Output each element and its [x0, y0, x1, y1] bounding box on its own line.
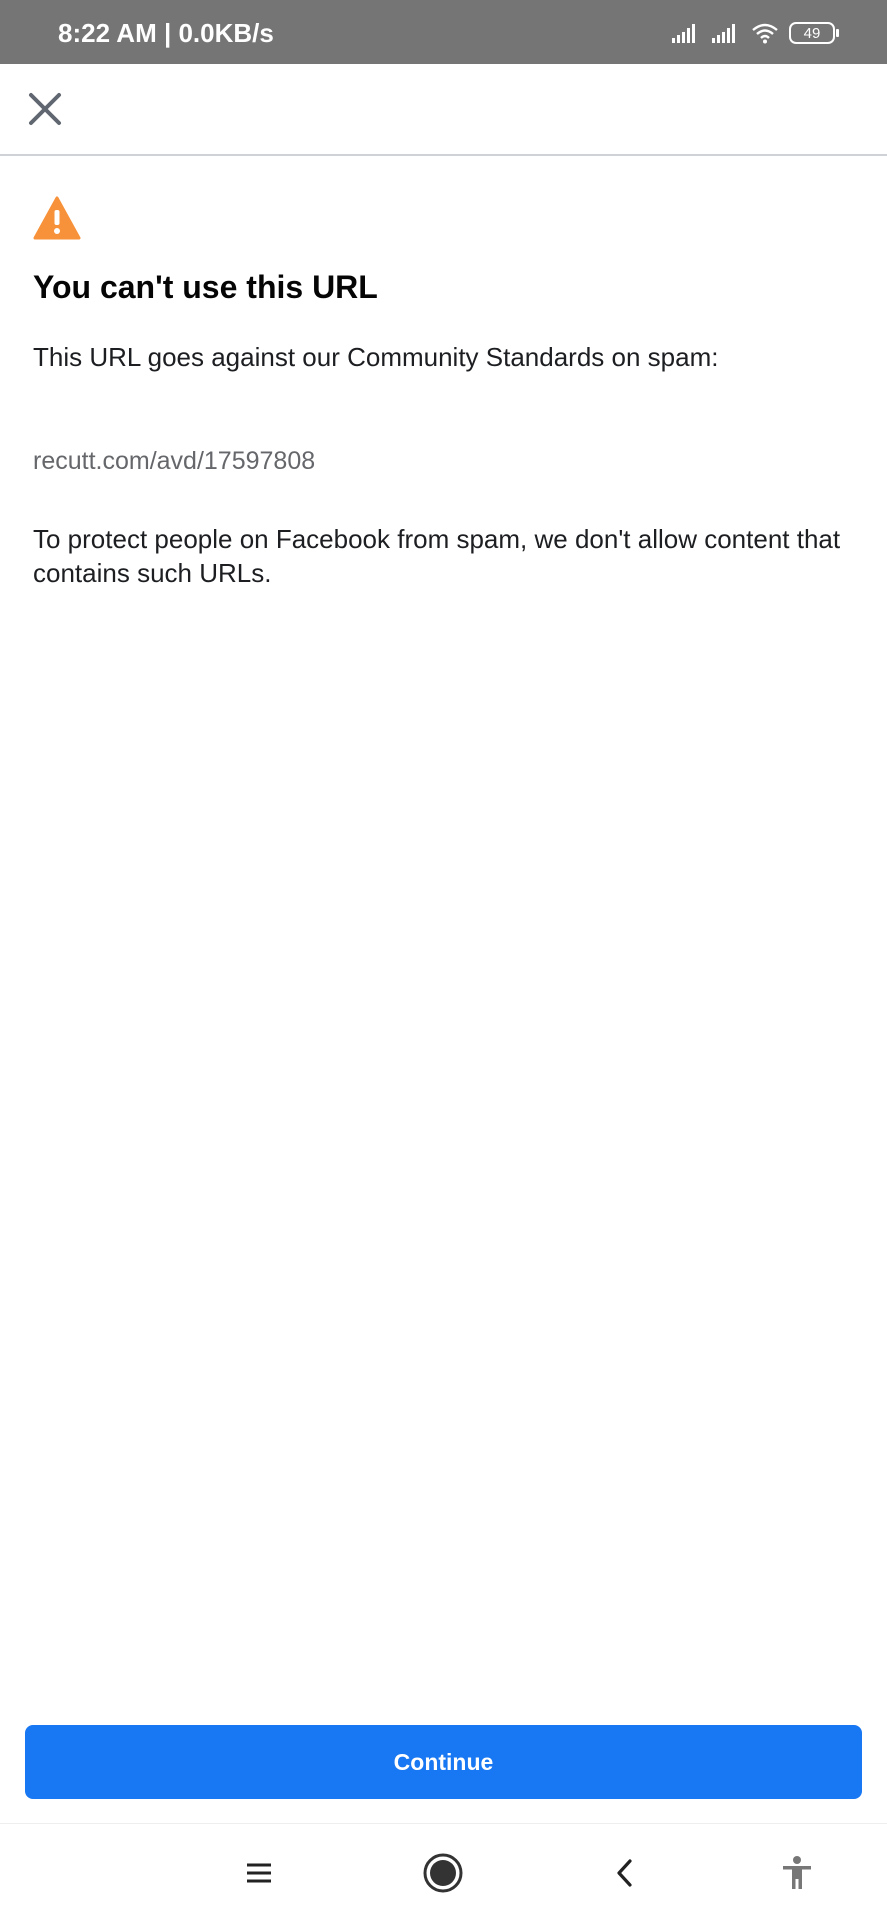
blocked-url: recutt.com/avd/17597808 [33, 446, 316, 475]
status-icons: 49 [671, 18, 839, 48]
protect-text: To protect people on Facebook from spam,… [33, 523, 841, 589]
signal-icon [672, 24, 695, 43]
warning-icon [33, 196, 81, 240]
continue-label: Continue [393, 1748, 494, 1775]
status-time: 8:22 AM | 0.0KB/s [58, 18, 274, 48]
close-button[interactable] [24, 88, 66, 130]
page-title: You can't use this URL [33, 269, 378, 305]
home-icon [423, 1853, 463, 1893]
back-button[interactable] [600, 1848, 650, 1898]
status-bar: 8:22 AM | 0.0KB/s 49 [0, 0, 887, 64]
description-text: This URL goes against our Community Stan… [33, 342, 719, 373]
home-button[interactable] [418, 1848, 468, 1898]
main-content: You can't use this URL This URL goes aga… [33, 196, 858, 590]
accessibility-button[interactable] [772, 1848, 822, 1898]
close-icon [29, 93, 61, 125]
navigation-bar [0, 1823, 887, 1921]
battery-level: 49 [803, 24, 821, 42]
battery-icon: 49 [789, 22, 839, 44]
continue-button[interactable]: Continue [25, 1725, 862, 1799]
back-icon [617, 1859, 632, 1887]
menu-button[interactable] [234, 1848, 284, 1898]
accessibility-icon [783, 1856, 811, 1889]
menu-icon [247, 1863, 271, 1883]
top-nav [0, 64, 887, 156]
wifi-icon [752, 23, 778, 44]
signal-icon [712, 24, 735, 43]
